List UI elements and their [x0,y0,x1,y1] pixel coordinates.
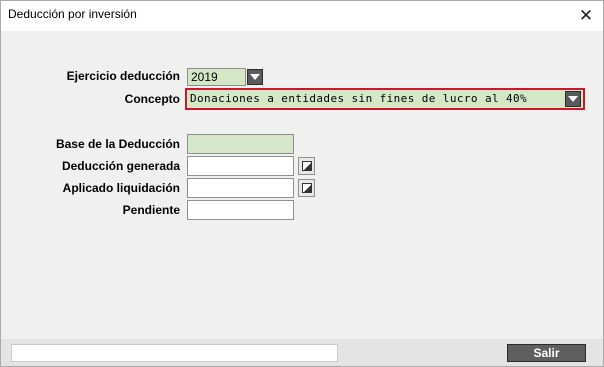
ejercicio-label: Ejercicio deducción [66,69,180,83]
close-icon[interactable]: ✕ [569,1,603,31]
status-field [11,344,338,362]
concepto-label: Concepto [124,92,180,106]
edit-icon [301,183,312,193]
generada-label: Deducción generada [61,159,180,173]
base-field[interactable] [187,134,294,154]
aplicado-field[interactable] [187,178,294,198]
dialog-window: Deducción por inversión ✕ Ejercicio dedu… [0,0,604,367]
base-label: Base de la Deducción [55,137,180,151]
title-bar[interactable]: Deducción por inversión ✕ [1,1,603,31]
ejercicio-dropdown-icon[interactable] [247,69,263,85]
generada-calc-button[interactable] [298,157,315,175]
salir-button[interactable]: Salir [507,344,586,362]
concepto-value: Donaciones a entidades sin fines de lucr… [190,92,528,105]
window-title: Deducción por inversión [8,7,137,21]
pendiente-label: Pendiente [122,203,180,217]
concepto-select[interactable]: Donaciones a entidades sin fines de lucr… [185,88,585,110]
concepto-dropdown-icon[interactable] [565,91,581,107]
aplicado-label: Aplicado liquidación [62,181,180,195]
generada-field[interactable] [187,156,294,176]
pendiente-field[interactable] [187,200,294,220]
ejercicio-select[interactable]: 2019 [187,68,246,86]
edit-icon [301,161,312,171]
aplicado-calc-button[interactable] [298,179,315,197]
